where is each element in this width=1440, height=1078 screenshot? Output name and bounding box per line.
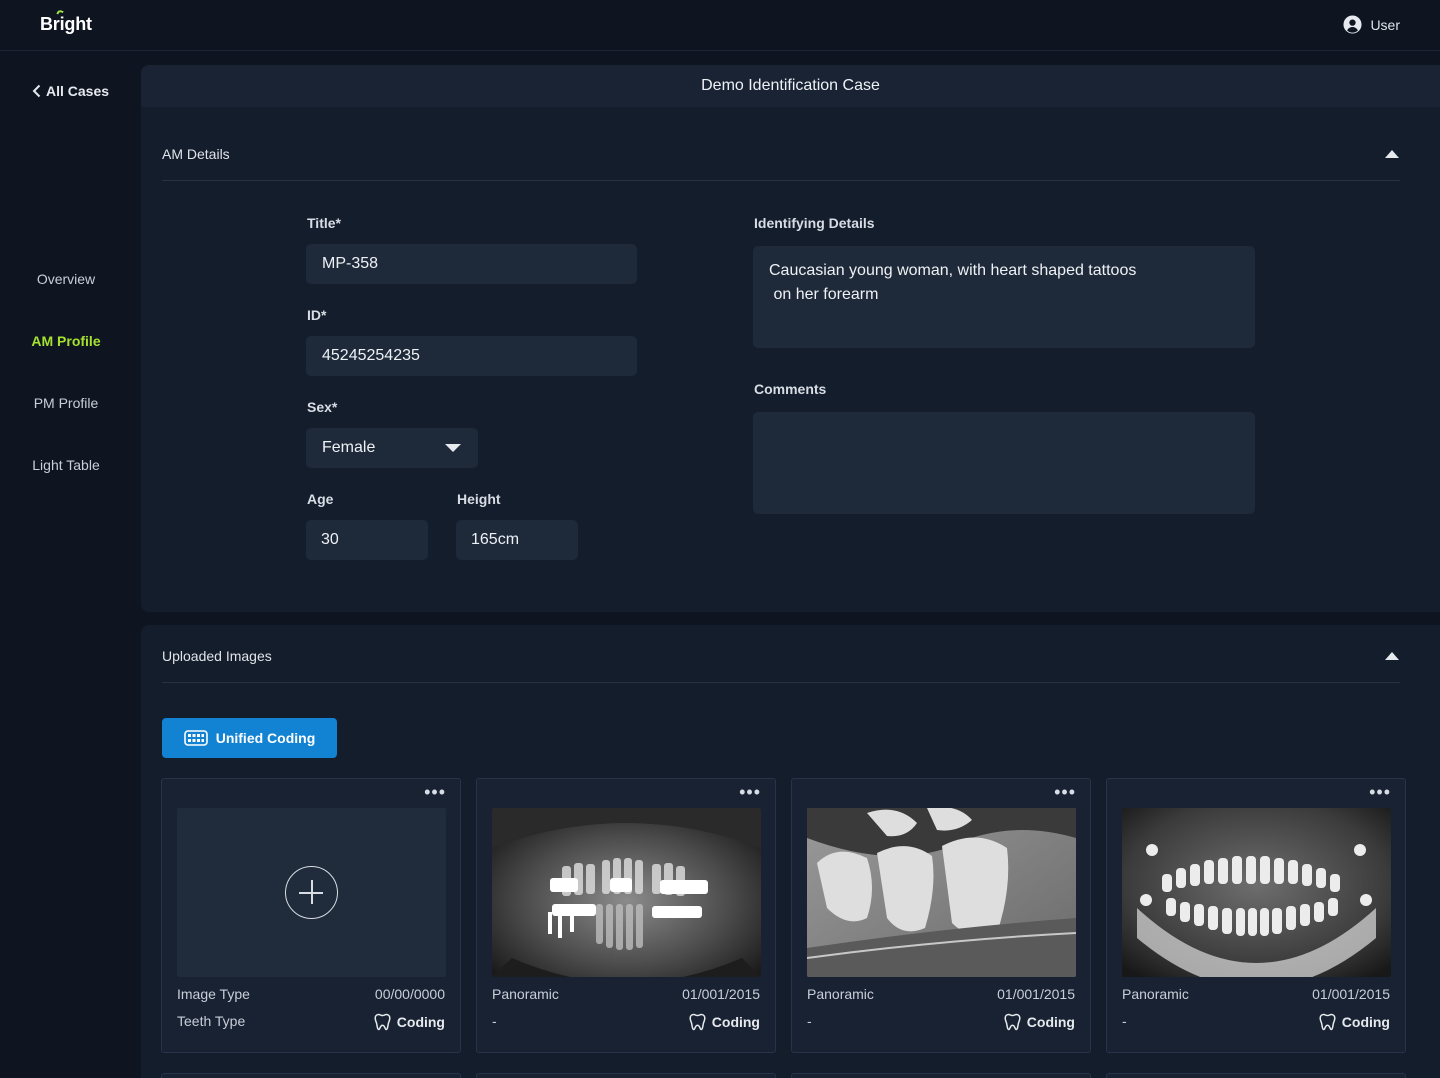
- image-type: Panoramic: [492, 986, 559, 1002]
- image-date: 01/001/2015: [1312, 986, 1390, 1002]
- molar-xray-image: [807, 808, 1076, 977]
- comments-label: Comments: [754, 381, 827, 397]
- sex-label: Sex*: [307, 399, 338, 415]
- image-card-partial: [476, 1073, 776, 1078]
- back-label: All Cases: [46, 83, 110, 99]
- image-card-add: ••• Image Type 00/00/0000 Teeth Type Cod…: [161, 778, 461, 1053]
- coding-label: Coding: [396, 1014, 445, 1030]
- sidebar-item-light-table[interactable]: Light Table: [0, 457, 132, 473]
- sex-value: Female: [322, 439, 376, 456]
- xray-thumbnail[interactable]: [807, 808, 1076, 977]
- top-bar: Bright User: [0, 0, 1440, 51]
- coding-link[interactable]: Coding: [1319, 1013, 1390, 1031]
- collapse-am-details-icon[interactable]: [1385, 150, 1399, 158]
- collapse-uploaded-images-icon[interactable]: [1385, 652, 1399, 660]
- back-to-all-cases[interactable]: All Cases: [32, 83, 109, 99]
- coding-label: Coding: [1026, 1014, 1075, 1030]
- image-card-partial: [791, 1073, 1091, 1078]
- id-field[interactable]: 45245254235: [306, 336, 637, 376]
- image-type: Image Type: [177, 986, 250, 1002]
- logo-text: Bright: [40, 14, 92, 34]
- sidebar: All Cases Overview AM Profile PM Profile…: [0, 51, 141, 1078]
- user-label: User: [1370, 16, 1400, 33]
- uploaded-images-panel: Uploaded Images Unified Coding ••• Image…: [141, 625, 1440, 1078]
- sex-select[interactable]: Female: [306, 428, 478, 468]
- tooth-icon: [374, 1013, 391, 1031]
- divider: [162, 682, 1400, 683]
- jaw-xray-image: [1122, 808, 1391, 977]
- teeth-type: -: [492, 1013, 497, 1029]
- teeth-type: -: [1122, 1013, 1127, 1029]
- user-avatar-icon: [1343, 15, 1362, 34]
- uploaded-images-title: Uploaded Images: [162, 648, 272, 664]
- unified-coding-button[interactable]: Unified Coding: [162, 718, 337, 758]
- height-label: Height: [457, 491, 501, 507]
- image-upload-area[interactable]: [177, 808, 446, 977]
- tooth-icon: [1004, 1013, 1021, 1031]
- user-menu[interactable]: User: [1343, 15, 1400, 34]
- image-card: ••• Panoramic 01/001/2015 - Coding: [1106, 778, 1406, 1053]
- height-field[interactable]: 165cm: [456, 520, 578, 560]
- coding-link[interactable]: Coding: [374, 1013, 445, 1031]
- title-field[interactable]: MP-358: [306, 244, 637, 284]
- app-logo[interactable]: Bright: [40, 9, 92, 35]
- image-date: 01/001/2015: [682, 986, 760, 1002]
- coding-link[interactable]: Coding: [1004, 1013, 1075, 1031]
- chevron-down-icon: [445, 444, 461, 452]
- image-card: ••• Panoramic 01/001/2015 - Coding: [791, 778, 1091, 1053]
- image-card-partial: [1106, 1073, 1406, 1078]
- image-card-partial: [161, 1073, 461, 1078]
- age-label: Age: [307, 491, 334, 507]
- panoramic-xray-image: [492, 808, 761, 977]
- more-options-icon[interactable]: •••: [424, 783, 446, 801]
- identifying-details-label: Identifying Details: [754, 215, 875, 231]
- coding-label: Coding: [711, 1014, 760, 1030]
- coding-link[interactable]: Coding: [689, 1013, 760, 1031]
- am-details-panel: AM Details Title* MP-358 ID* 45245254235…: [141, 107, 1440, 612]
- identifying-details-field[interactable]: Caucasian young woman, with heart shaped…: [753, 246, 1255, 348]
- case-title: Demo Identification Case: [141, 65, 1440, 107]
- sidebar-item-am-profile[interactable]: AM Profile: [0, 333, 132, 349]
- unified-coding-label: Unified Coding: [215, 730, 316, 746]
- image-type: Panoramic: [1122, 986, 1189, 1002]
- title-label: Title*: [307, 215, 341, 231]
- id-label: ID*: [307, 307, 327, 323]
- xray-thumbnail[interactable]: [1122, 808, 1391, 977]
- tooth-icon: [1319, 1013, 1336, 1031]
- comments-field[interactable]: [753, 412, 1255, 514]
- image-date: 01/001/2015: [997, 986, 1075, 1002]
- add-image-icon[interactable]: [285, 866, 338, 919]
- am-details-title: AM Details: [162, 146, 230, 162]
- divider: [162, 180, 1400, 181]
- chevron-left-icon: [32, 84, 41, 98]
- xray-thumbnail[interactable]: [492, 808, 761, 977]
- teeth-grid-icon: [183, 730, 208, 746]
- age-field[interactable]: 30: [306, 520, 428, 560]
- image-type: Panoramic: [807, 986, 874, 1002]
- more-options-icon[interactable]: •••: [1369, 783, 1391, 801]
- tooth-icon: [689, 1013, 706, 1031]
- more-options-icon[interactable]: •••: [1054, 783, 1076, 801]
- image-card: ••• Panoramic 01/001/2015 - Coding: [476, 778, 776, 1053]
- image-date: 00/00/0000: [374, 986, 445, 1002]
- teeth-type: -: [807, 1013, 812, 1029]
- teeth-type: Teeth Type: [177, 1013, 246, 1029]
- coding-label: Coding: [1341, 1014, 1390, 1030]
- sidebar-item-overview[interactable]: Overview: [0, 271, 132, 287]
- more-options-icon[interactable]: •••: [739, 783, 761, 801]
- sidebar-item-pm-profile[interactable]: PM Profile: [0, 395, 132, 411]
